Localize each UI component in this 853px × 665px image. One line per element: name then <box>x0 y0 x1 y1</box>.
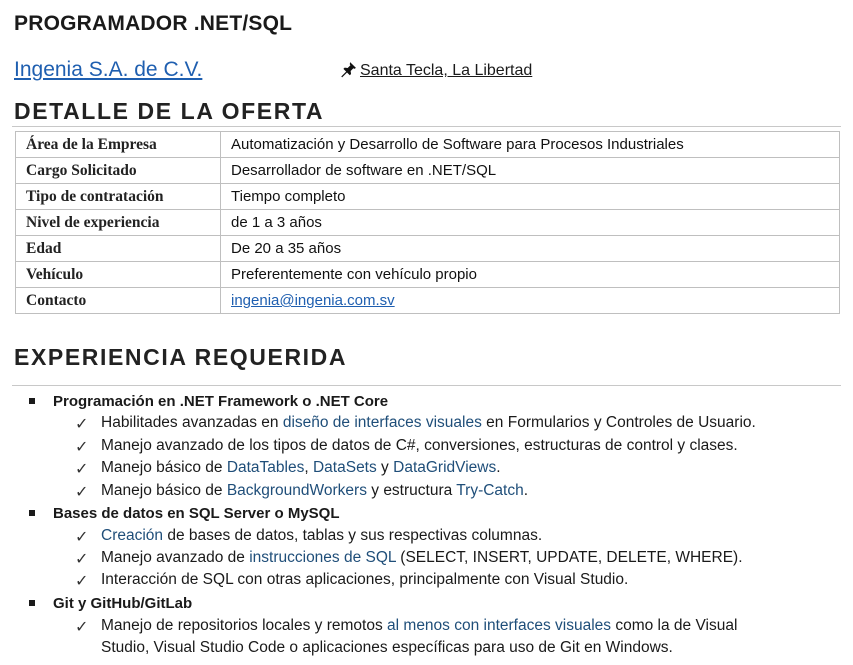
detail-heading-rule <box>12 126 841 127</box>
list-item: Manejo avanzado de instrucciones de SQL … <box>101 549 743 566</box>
experience-heading-rule <box>12 385 841 386</box>
row-value: Desarrollador de software en .NET/SQL <box>220 157 840 184</box>
row-label: Edad <box>15 235 221 262</box>
list-item: Creación de bases de datos, tablas y sus… <box>101 527 543 544</box>
row-label: Nivel de experiencia <box>15 209 221 236</box>
group-title: Bases de datos en SQL Server o MySQL <box>53 505 340 522</box>
checkmark-icon: ✓ <box>75 439 89 456</box>
detail-heading: DETALLE DE LA OFERTA <box>14 98 325 124</box>
table-row: Cargo Solicitado Desarrollador de softwa… <box>15 157 840 184</box>
offer-details-table: Área de la Empresa Automatización y Desa… <box>15 131 840 314</box>
location-link[interactable]: Santa Tecla, La Libertad <box>340 61 532 80</box>
row-value: de 1 a 3 años <box>220 209 840 236</box>
pushpin-icon <box>340 61 357 78</box>
list-item: Habilitades avanzadas en diseño de inter… <box>101 414 756 431</box>
checkmark-icon: ✓ <box>75 573 89 590</box>
checkmark-icon: ✓ <box>75 529 89 546</box>
row-value: Preferentemente con vehículo propio <box>220 261 840 288</box>
list-item-continuation: Studio, Visual Studio Code o aplicacione… <box>101 639 673 656</box>
list-item: Interacción de SQL con otras aplicacione… <box>101 571 629 588</box>
list-item: Manejo básico de BackgroundWorkers y est… <box>101 482 529 499</box>
square-bullet-icon <box>29 600 35 606</box>
checkmark-icon: ✓ <box>75 484 89 501</box>
group-title: Programación en .NET Framework o .NET Co… <box>53 393 389 410</box>
square-bullet-icon <box>29 398 35 404</box>
table-row: Contacto ingenia@ingenia.com.sv <box>15 287 840 314</box>
table-row: Tipo de contratación Tiempo completo <box>15 183 840 210</box>
row-label: Área de la Empresa <box>15 131 221 158</box>
row-value: Automatización y Desarrollo de Software … <box>220 131 840 158</box>
table-row: Nivel de experiencia de 1 a 3 años <box>15 209 840 236</box>
row-label: Contacto <box>15 287 221 314</box>
list-item: Manejo básico de DataTables, DataSets y … <box>101 459 501 476</box>
checkmark-icon: ✓ <box>75 461 89 478</box>
location-text: Santa Tecla, La Libertad <box>360 62 533 79</box>
contact-email-link[interactable]: ingenia@ingenia.com.sv <box>231 292 395 309</box>
experience-heading: EXPERIENCIA REQUERIDA <box>14 344 348 370</box>
row-label: Cargo Solicitado <box>15 157 221 184</box>
row-label: Vehículo <box>15 261 221 288</box>
checkmark-icon: ✓ <box>75 416 89 433</box>
table-row: Edad De 20 a 35 años <box>15 235 840 262</box>
checkmark-icon: ✓ <box>75 551 89 568</box>
list-item: Manejo de repositorios locales y remotos… <box>101 617 738 634</box>
group-title: Git y GitHub/GitLab <box>53 595 193 612</box>
row-value: Tiempo completo <box>220 183 840 210</box>
job-title: PROGRAMADOR .NET/SQL <box>14 12 293 35</box>
row-label: Tipo de contratación <box>15 183 221 210</box>
square-bullet-icon <box>29 510 35 516</box>
table-row: Área de la Empresa Automatización y Desa… <box>15 131 840 158</box>
company-link[interactable]: Ingenia S.A. de C.V. <box>14 58 202 82</box>
row-value: ingenia@ingenia.com.sv <box>220 287 840 314</box>
list-item: Manejo avanzado de los tipos de datos de… <box>101 437 738 454</box>
checkmark-icon: ✓ <box>75 619 89 636</box>
row-value: De 20 a 35 años <box>220 235 840 262</box>
table-row: Vehículo Preferentemente con vehículo pr… <box>15 261 840 288</box>
